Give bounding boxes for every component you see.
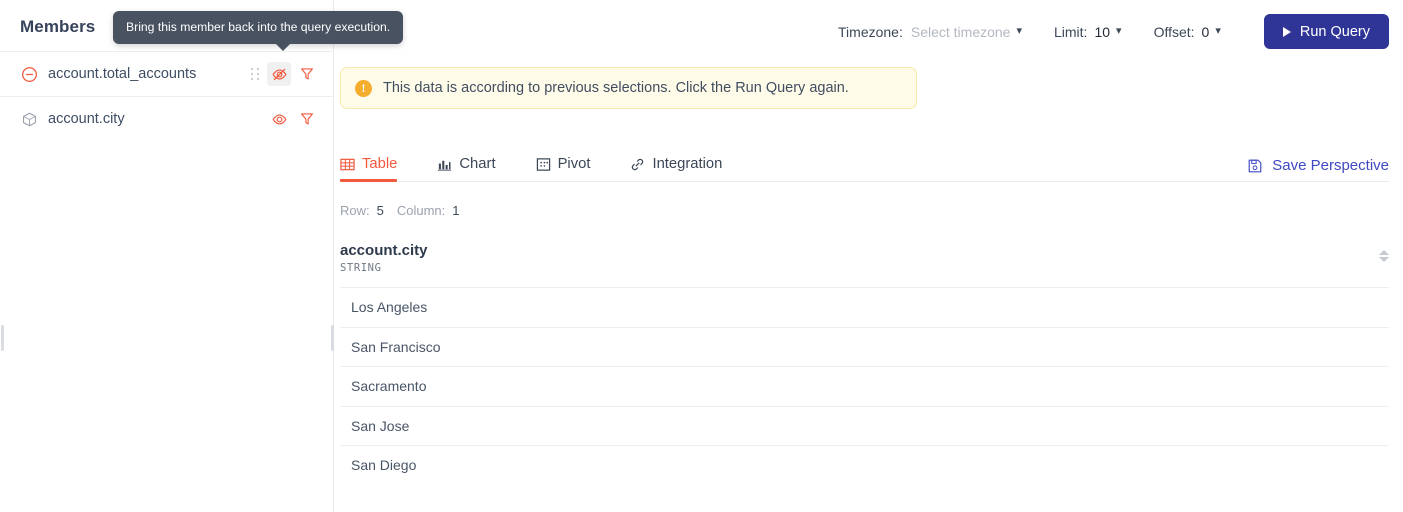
tab-chart[interactable]: Chart xyxy=(437,156,496,181)
stale-data-alert: ! This data is according to previous sel… xyxy=(340,67,917,109)
limit-label: Limit: xyxy=(1054,23,1088,40)
run-query-button[interactable]: Run Query xyxy=(1263,14,1389,49)
query-toolbar: Timezone: Select timezone ▾ Limit: 10 ▾ … xyxy=(334,0,1403,63)
table-body: Los Angeles San Francisco Sacramento San… xyxy=(340,287,1389,485)
timezone-select[interactable]: Timezone: Select timezone ▾ xyxy=(838,24,1022,40)
tab-pivot[interactable]: Pivot xyxy=(536,156,591,181)
member-name: account.total_accounts xyxy=(48,66,197,82)
warning-icon: ! xyxy=(355,79,372,97)
limit-select[interactable]: Limit: 10 ▾ xyxy=(1054,24,1122,40)
row-label: Row: xyxy=(340,203,370,218)
tab-table[interactable]: Table xyxy=(340,156,398,182)
offset-value: 0 xyxy=(1201,23,1210,40)
column-value: 1 xyxy=(452,203,460,218)
sidebar-resize-handle-left[interactable] xyxy=(1,325,4,351)
tab-integration[interactable]: Integration xyxy=(630,156,722,181)
save-perspective-button[interactable]: Save Perspective xyxy=(1247,157,1389,181)
member-actions xyxy=(267,107,319,131)
run-query-label: Run Query xyxy=(1299,23,1370,40)
table-column-header: account.city STRING xyxy=(340,242,1389,287)
table-grid-icon xyxy=(340,157,355,172)
members-sidebar: Members account.total_accounts account.c… xyxy=(0,0,334,512)
funnel-icon[interactable] xyxy=(295,62,319,86)
sort-toggle-icon[interactable] xyxy=(1379,242,1389,262)
tab-label: Table xyxy=(362,156,398,172)
timezone-value: Select timezone xyxy=(910,23,1011,40)
results-panel: Timezone: Select timezone ▾ Limit: 10 ▾ … xyxy=(334,0,1403,512)
funnel-icon[interactable] xyxy=(295,107,319,131)
member-row[interactable]: account.city xyxy=(0,96,333,141)
dimension-cube-icon xyxy=(20,110,39,129)
save-floppy-icon xyxy=(1247,158,1263,174)
offset-label: Offset: xyxy=(1153,23,1195,40)
eye-icon[interactable] xyxy=(267,107,291,131)
eye-off-icon[interactable] xyxy=(267,62,291,86)
member-tooltip: Bring this member back into the query ex… xyxy=(113,11,404,51)
drag-handle-icon[interactable] xyxy=(248,63,262,85)
link-icon xyxy=(630,157,645,172)
chevron-down-icon: ▾ xyxy=(1215,25,1221,37)
view-tabs: Table Chart Pivot Integration Save Persp… xyxy=(340,144,1389,182)
table-row[interactable]: San Diego xyxy=(340,445,1389,485)
table-row[interactable]: Los Angeles xyxy=(340,287,1389,327)
save-perspective-label: Save Perspective xyxy=(1272,157,1389,174)
measure-minus-circle-icon xyxy=(20,65,39,84)
column-label: Column: xyxy=(396,203,446,218)
chevron-down-icon: ▾ xyxy=(1116,25,1122,37)
row-value: 5 xyxy=(376,203,384,218)
limit-value: 10 xyxy=(1094,23,1111,40)
table-row[interactable]: Sacramento xyxy=(340,366,1389,406)
alert-message: This data is according to previous selec… xyxy=(383,80,849,96)
table-row[interactable]: San Francisco xyxy=(340,326,1389,367)
query-builder-screen: Members account.total_accounts account.c… xyxy=(0,0,1403,512)
column-name: account.city xyxy=(340,242,428,259)
play-icon xyxy=(1282,26,1291,37)
bar-chart-icon xyxy=(437,157,452,172)
member-row[interactable]: account.total_accounts xyxy=(0,51,333,96)
result-meta: Row: 5 Column: 1 xyxy=(340,203,1403,218)
member-actions xyxy=(248,62,319,86)
pivot-icon xyxy=(536,157,551,172)
tab-label: Chart xyxy=(459,156,496,172)
column-type: STRING xyxy=(340,262,382,274)
chevron-down-icon: ▾ xyxy=(1016,25,1022,37)
table-row[interactable]: San Jose xyxy=(340,405,1389,446)
member-name: account.city xyxy=(48,111,125,127)
tab-label: Pivot xyxy=(557,156,591,172)
offset-select[interactable]: Offset: 0 ▾ xyxy=(1154,24,1221,40)
timezone-label: Timezone: xyxy=(838,23,903,40)
tab-label: Integration xyxy=(652,156,723,172)
